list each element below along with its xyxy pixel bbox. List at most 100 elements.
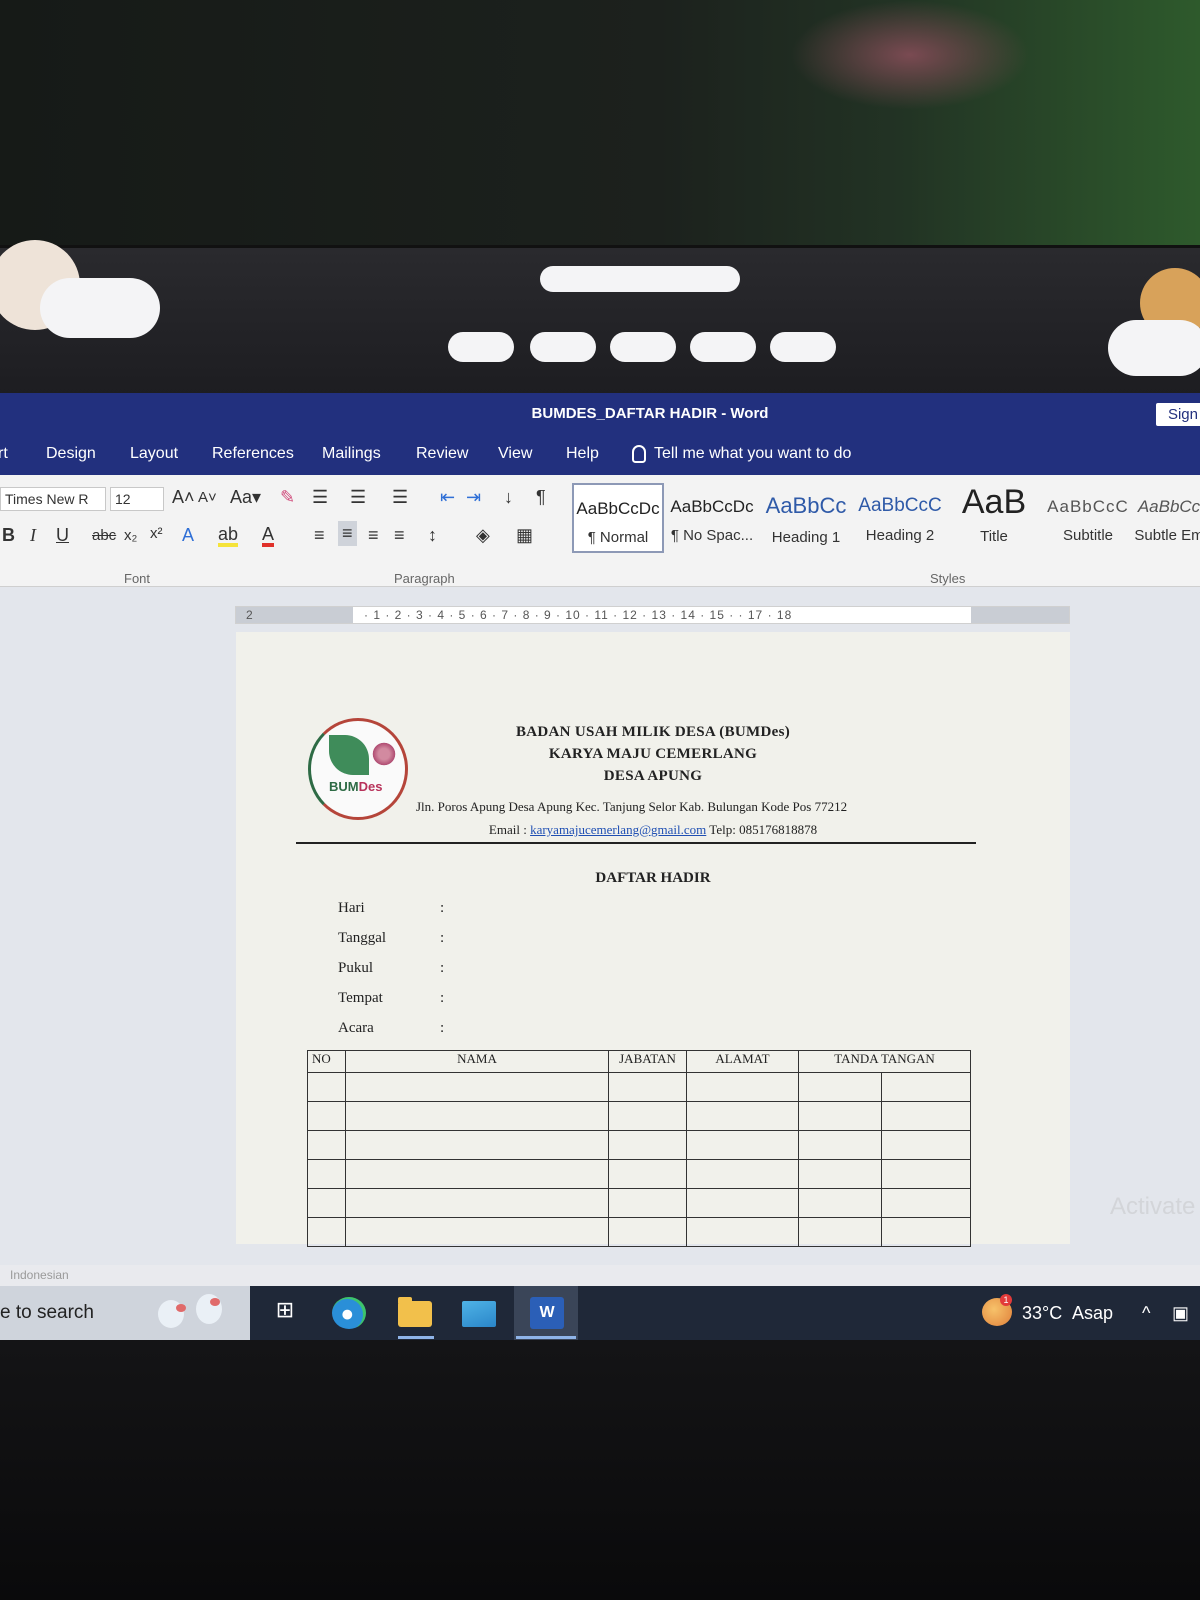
style-normal[interactable]: AaBbCcDc ¶ Normal: [572, 483, 664, 553]
title-bar: BUMDES_DAFTAR HADIR - Word Sign: [0, 393, 1200, 433]
tab-help[interactable]: Help: [566, 445, 599, 463]
field-label: Tanggal: [338, 930, 387, 946]
mail-icon[interactable]: [462, 1301, 496, 1327]
email-link[interactable]: karyamajucemerlang@gmail.com: [530, 822, 706, 837]
document-title: DAFTAR HADIR: [595, 870, 711, 886]
clear-formatting-icon[interactable]: ✎: [280, 487, 295, 508]
increase-indent-icon[interactable]: ⇥: [466, 487, 481, 508]
style-name: Subtle Em: [1134, 527, 1200, 544]
field-label: Acara: [338, 1020, 374, 1036]
highlight-icon[interactable]: ab: [218, 525, 239, 547]
header-tanda-tangan: TANDA TANGAN: [798, 1050, 971, 1073]
screen: BUMDES_DAFTAR HADIR - Word Sign rt Desig…: [0, 393, 1200, 1340]
horizontal-ruler[interactable]: 2 · 1 · 2 · 3 · 4 · 5 · 6 · 7 · 8 · 9 · …: [235, 606, 1070, 624]
document-page[interactable]: BUMDes BADAN USAH MILIK DESA (BUMDes) KA…: [236, 632, 1070, 1247]
align-left-icon[interactable]: ≡: [314, 525, 325, 546]
styles-group-label: Styles: [930, 571, 966, 586]
org-name: BADAN USAH MILIK DESA (BUMDes): [515, 724, 790, 740]
ruler-left-number: 2: [246, 608, 253, 622]
strikethrough-icon[interactable]: abc: [92, 527, 116, 544]
tab-insert[interactable]: rt: [0, 445, 8, 463]
text-effects-icon[interactable]: A: [182, 525, 194, 546]
style-sample: AaBbCc: [1137, 497, 1200, 516]
header-nama: NAMA: [345, 1050, 609, 1073]
numbering-icon[interactable]: ☰: [350, 487, 366, 508]
bullets-icon[interactable]: ☰: [312, 487, 328, 508]
ribbon-tabs: rt Design Layout References Mailings Rev…: [0, 433, 1200, 475]
style-subtitle[interactable]: AaBbCcC Subtitle: [1042, 483, 1134, 553]
edge-browser-icon[interactable]: [332, 1297, 366, 1329]
ruler-margin-right: [971, 607, 1069, 623]
shading-icon[interactable]: ◈: [476, 525, 490, 546]
table-row[interactable]: [307, 1217, 971, 1247]
underline-icon[interactable]: U: [56, 525, 69, 546]
tab-design[interactable]: Design: [46, 445, 96, 463]
style-heading-2[interactable]: AaBbCcC Heading 2: [854, 483, 946, 553]
style-no-spacing[interactable]: AaBbCcDc ¶ No Spac...: [666, 483, 758, 553]
tell-me-box[interactable]: Tell me what you want to do: [632, 445, 851, 463]
style-heading-1[interactable]: AaBbCc Heading 1: [760, 483, 852, 553]
search-box[interactable]: e to search: [0, 1286, 250, 1340]
style-name: Heading 2: [865, 527, 935, 544]
field-colon: :: [440, 1020, 445, 1036]
sign-in-button[interactable]: Sign: [1155, 403, 1200, 426]
superscript-icon[interactable]: x²: [150, 525, 163, 542]
table-row[interactable]: [307, 1188, 971, 1218]
table-row[interactable]: [307, 1159, 971, 1189]
style-title[interactable]: AaB Title: [948, 483, 1040, 553]
change-case-icon[interactable]: Aa▾: [230, 487, 261, 508]
sort-icon[interactable]: ↓: [504, 487, 513, 508]
task-view-icon[interactable]: ⊞: [268, 1297, 302, 1329]
style-subtle-emphasis[interactable]: AaBbCc Subtle Em: [1134, 483, 1200, 553]
field-colon: :: [440, 960, 445, 976]
pilcrow-icon[interactable]: ¶: [536, 487, 546, 508]
italic-icon[interactable]: I: [30, 525, 36, 546]
grow-font-icon[interactable]: A˄: [172, 487, 195, 508]
style-name: Heading 1: [771, 529, 841, 546]
temperature[interactable]: 33°C: [1022, 1303, 1062, 1324]
header-no: NO: [307, 1050, 346, 1073]
ruler-numbers: · 1 · 2 · 3 · 4 · 5 · 6 · 7 · 8 · 9 · 10…: [364, 608, 793, 622]
device-icon[interactable]: ▣: [1172, 1303, 1189, 1324]
tab-references[interactable]: References: [212, 445, 294, 463]
font-size-box[interactable]: 12: [110, 487, 164, 511]
tab-review[interactable]: Review: [416, 445, 468, 463]
justify-icon[interactable]: ≡: [394, 525, 405, 546]
weather-condition[interactable]: Asap: [1072, 1303, 1113, 1324]
word-app-icon[interactable]: W: [530, 1297, 564, 1329]
email-label: Email :: [488, 822, 531, 837]
table-row[interactable]: [307, 1072, 971, 1102]
style-name: ¶ Normal: [587, 529, 649, 546]
tab-layout[interactable]: Layout: [130, 445, 178, 463]
phone-text: Telp: 085176818878: [706, 822, 818, 837]
line-spacing-icon[interactable]: ↕: [428, 525, 437, 546]
cloud-sticker: [690, 332, 756, 362]
cloud-sticker: [770, 332, 836, 362]
file-explorer-icon[interactable]: [398, 1297, 432, 1327]
field-colon: :: [440, 930, 445, 946]
multilevel-list-icon[interactable]: ☰: [392, 487, 408, 508]
tab-mailings[interactable]: Mailings: [322, 445, 381, 463]
style-sample: AaB: [961, 483, 1027, 521]
shrink-font-icon[interactable]: A˅: [198, 489, 217, 506]
subscript-icon[interactable]: x₂: [124, 527, 137, 544]
lightbulb-icon: [632, 445, 646, 463]
language-indicator[interactable]: Indonesian: [10, 1268, 69, 1282]
font-name-box[interactable]: Times New R: [0, 487, 106, 511]
bold-icon[interactable]: B: [2, 525, 15, 546]
borders-icon[interactable]: ▦: [516, 525, 533, 546]
tab-view[interactable]: View: [498, 445, 532, 463]
field-label: Hari: [338, 900, 365, 916]
align-center-icon[interactable]: ≡: [338, 521, 357, 546]
attendance-table[interactable]: NO NAMA JABATAN ALAMAT TANDA TANGAN: [307, 1050, 971, 1247]
org-subname: KARYA MAJU CEMERLANG: [548, 746, 758, 762]
font-color-icon[interactable]: A: [262, 525, 275, 547]
photo-background: [0, 0, 1200, 260]
paragraph-group-label: Paragraph: [394, 571, 455, 586]
show-hidden-icons[interactable]: ^: [1142, 1303, 1150, 1324]
align-right-icon[interactable]: ≡: [368, 525, 379, 546]
table-row[interactable]: [307, 1101, 971, 1131]
table-row[interactable]: [307, 1130, 971, 1160]
decrease-indent-icon[interactable]: ⇤: [440, 487, 455, 508]
search-highlight-image: [148, 1292, 244, 1334]
